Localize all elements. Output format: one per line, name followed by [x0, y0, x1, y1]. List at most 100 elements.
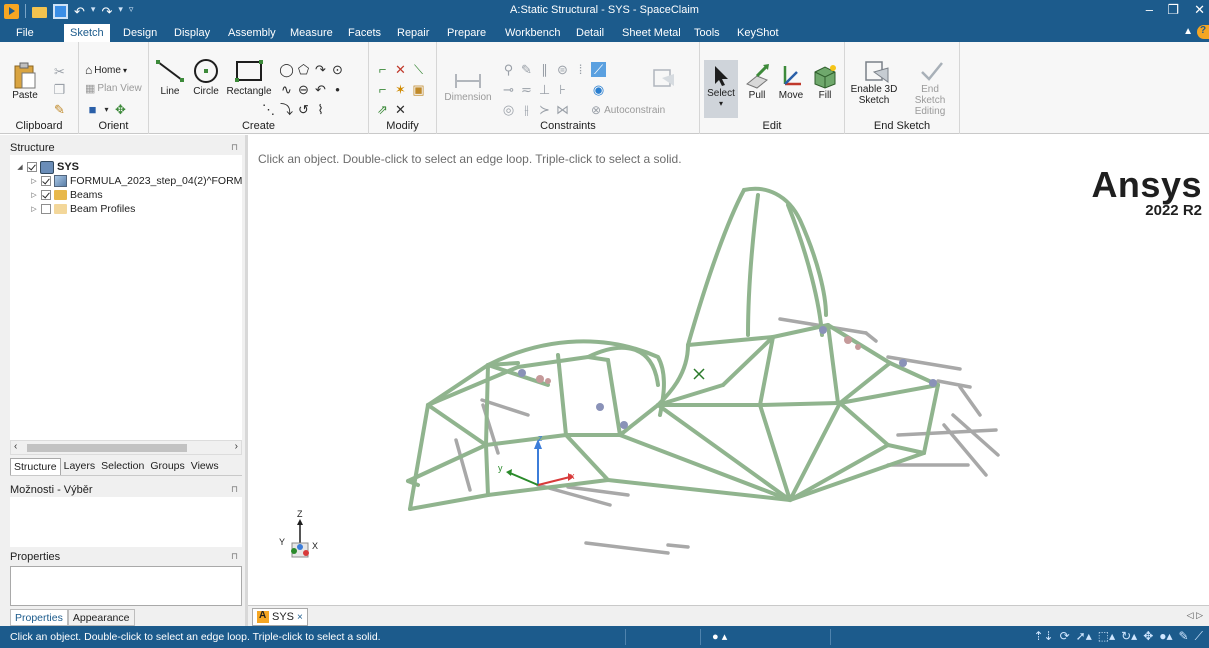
horizontal-icon[interactable]: ⊸: [501, 82, 516, 97]
view-cube-icon[interactable]: ■: [85, 102, 100, 117]
select-tool-button[interactable]: Select ▾: [704, 60, 738, 118]
zoom-icon[interactable]: ●▴: [1159, 629, 1172, 644]
tree-horizontal-scrollbar[interactable]: ‹ ›: [10, 440, 242, 455]
construction-line-icon[interactable]: ⋱: [261, 102, 276, 117]
tab-assembly[interactable]: Assembly: [222, 24, 282, 42]
view-triad[interactable]: Z X Y: [279, 509, 318, 558]
scroll-thumb[interactable]: [27, 444, 187, 452]
tab-facets[interactable]: Facets: [342, 24, 387, 42]
tab-groups[interactable]: Groups: [147, 458, 187, 475]
tab-workbench[interactable]: Workbench: [499, 24, 566, 42]
tab-tools[interactable]: Tools: [688, 24, 726, 42]
home-button[interactable]: ⌂ Home ▾: [85, 63, 127, 77]
tab-views[interactable]: Views: [188, 458, 222, 475]
pin-icon[interactable]: ⊓: [231, 551, 238, 562]
pin-icon[interactable]: ⊓: [231, 484, 238, 495]
sketch-pencil-icon[interactable]: ✎: [1179, 629, 1189, 644]
pull-tool-button[interactable]: Pull: [742, 62, 772, 101]
offset-icon[interactable]: ✶: [393, 82, 408, 97]
trim-away-icon[interactable]: ✕: [393, 62, 408, 77]
tab-scroll-arrows-icon[interactable]: ◁ ▷: [1187, 610, 1203, 621]
tab-selection[interactable]: Selection: [98, 458, 147, 475]
close-tab-icon[interactable]: ×: [297, 612, 303, 623]
dimension-button[interactable]: Dimension: [443, 70, 493, 103]
spline-icon[interactable]: ∿: [279, 82, 294, 97]
midpoint-icon[interactable]: ⊦: [555, 82, 570, 97]
visibility-checkbox[interactable]: [41, 176, 51, 186]
orbit-icon[interactable]: ↻▴: [1121, 629, 1137, 644]
tree-item-beam-profiles[interactable]: ▷ Beam Profiles: [30, 202, 135, 216]
tab-keyshot[interactable]: KeyShot: [731, 24, 785, 42]
pan-icon[interactable]: ✥: [1143, 629, 1153, 644]
selection-filter-icon[interactable]: ⇡⇣: [1033, 629, 1053, 644]
three-point-circle-icon[interactable]: ⊖: [296, 82, 311, 97]
create-corner-icon[interactable]: ⌐: [375, 62, 390, 77]
3d-viewport[interactable]: Click an object. Double-click to select …: [248, 135, 1209, 605]
scale-icon[interactable]: ▣: [411, 82, 426, 97]
coincident-icon[interactable]: ✎: [519, 62, 534, 77]
vertical-icon[interactable]: ≂: [519, 82, 534, 97]
concentric-icon[interactable]: ⋈: [555, 102, 570, 117]
tree-item-formula-part[interactable]: ▷ FORMULA_2023_step_04(2)^FORM: [30, 174, 242, 188]
perpendicular-icon[interactable]: ⊥: [537, 82, 552, 97]
select-mode-icon[interactable]: ➚▴: [1076, 629, 1092, 644]
expand-icon[interactable]: ▷: [30, 177, 38, 185]
tab-measure[interactable]: Measure: [284, 24, 339, 42]
constraint-options-button[interactable]: [649, 66, 679, 90]
visibility-checkbox[interactable]: [41, 190, 51, 200]
tab-appearance[interactable]: Appearance: [67, 609, 135, 626]
cut-icon[interactable]: ✂: [52, 64, 67, 79]
scroll-right-icon[interactable]: ›: [235, 441, 238, 452]
line-tool-button[interactable]: Line: [153, 54, 187, 97]
circle-tool-button[interactable]: Circle: [189, 54, 223, 97]
sweep-arc-icon[interactable]: ⊙: [330, 62, 345, 77]
fill-tool-button[interactable]: Fill: [810, 62, 840, 101]
visibility-checkbox[interactable]: [27, 162, 37, 172]
symmetric-icon[interactable]: ⫲: [519, 102, 534, 117]
move-tool-button[interactable]: Move: [776, 62, 806, 101]
bend-icon[interactable]: ✕: [393, 102, 408, 117]
parallel-icon[interactable]: ∥: [537, 62, 552, 77]
extend-icon[interactable]: ⇗: [375, 102, 390, 117]
view-dropdown-icon[interactable]: ▾: [99, 102, 114, 117]
tab-prepare[interactable]: Prepare: [441, 24, 492, 42]
info-icon[interactable]: ● ▴: [712, 630, 727, 643]
document-tab-sys[interactable]: SYS ×: [252, 608, 308, 626]
close-button[interactable]: ✕: [1194, 2, 1205, 18]
pin-icon[interactable]: ⊓: [231, 142, 238, 153]
three-point-arc-icon[interactable]: ↶: [313, 82, 328, 97]
ribbon-collapse-icon[interactable]: ▲: [1183, 26, 1193, 37]
polygon-icon[interactable]: ⬠: [296, 62, 311, 77]
split-curve-icon[interactable]: ⟍: [411, 62, 426, 77]
tree-item-sys[interactable]: ◢ SYS: [16, 160, 79, 174]
create-rounded-corner-icon[interactable]: ⌐: [375, 82, 390, 97]
minimize-button[interactable]: –: [1146, 2, 1153, 17]
tangent-constraint-icon[interactable]: ◎: [501, 102, 516, 117]
autoconstrain-button[interactable]: ⊗ Autoconstrain: [591, 103, 665, 117]
paste-button[interactable]: Paste: [10, 62, 40, 101]
tree-item-beams[interactable]: ▷ Beams: [30, 188, 102, 202]
tab-display[interactable]: Display: [168, 24, 216, 42]
point-icon[interactable]: •: [330, 82, 345, 97]
enable-3d-sketch-button[interactable]: Enable 3D Sketch: [849, 60, 903, 106]
tab-sheet-metal[interactable]: Sheet Metal: [616, 24, 687, 42]
show-constraints-icon[interactable]: ⟋: [591, 62, 606, 77]
maximize-button[interactable]: ❐: [1167, 2, 1179, 18]
project-curve-icon[interactable]: ↺: [296, 102, 311, 117]
end-sketch-editing-button[interactable]: End Sketch Editing: [905, 60, 959, 117]
tangent-arc-icon[interactable]: ↷: [313, 62, 328, 77]
rectangle-tool-button[interactable]: Rectangle: [225, 54, 273, 97]
tab-sketch[interactable]: Sketch: [64, 24, 110, 42]
face-curve-icon[interactable]: ⌇: [313, 102, 328, 117]
box-select-icon[interactable]: ⬚▴: [1098, 629, 1115, 644]
chassis-frame-model[interactable]: z x y Z X Y: [248, 135, 1209, 605]
show-constraint-marks-icon[interactable]: ◉: [591, 82, 606, 97]
tab-structure[interactable]: Structure: [10, 458, 61, 475]
collapse-icon[interactable]: ◢: [16, 163, 24, 171]
fixed-constraint-icon[interactable]: ⚲: [501, 62, 516, 77]
snap-view-icon[interactable]: ✥: [113, 102, 128, 117]
tab-layers[interactable]: Layers: [61, 458, 99, 475]
tab-file[interactable]: File: [10, 24, 40, 42]
tab-properties[interactable]: Properties: [10, 609, 68, 626]
equal-distance-icon[interactable]: ⁞: [573, 62, 588, 77]
